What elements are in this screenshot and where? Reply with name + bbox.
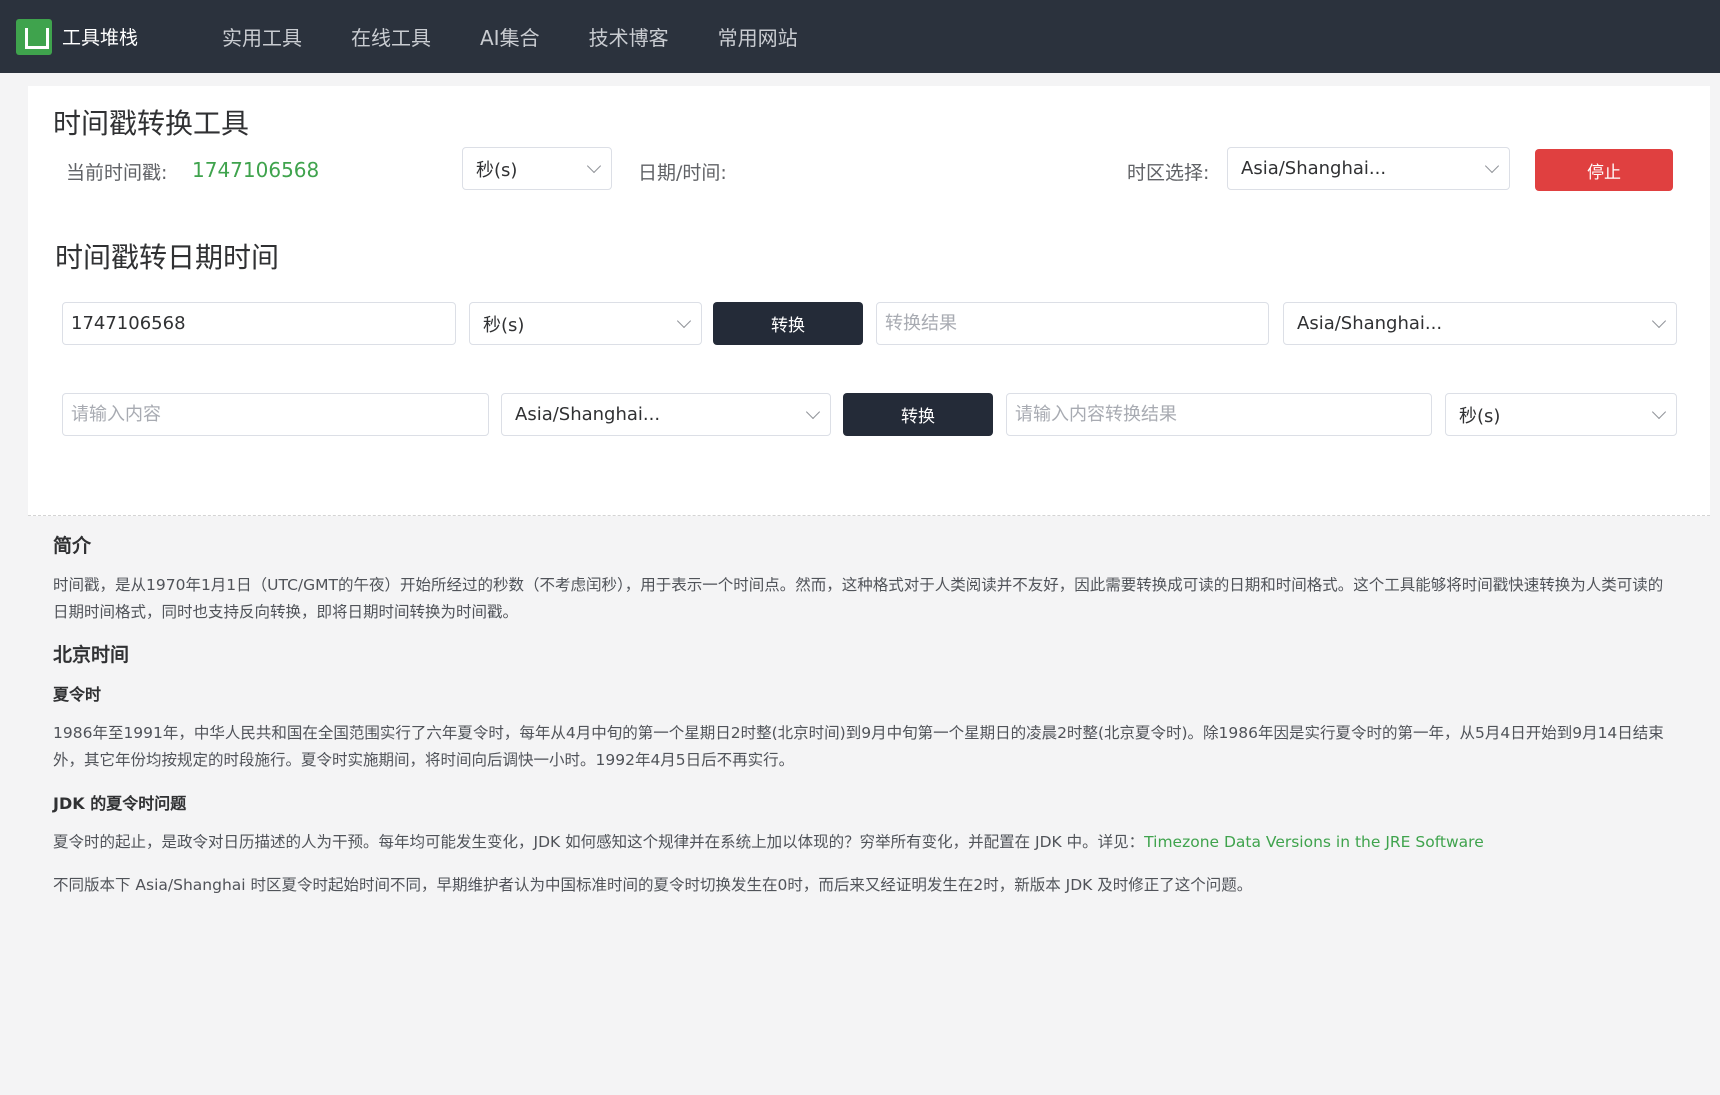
chevron-down-icon (1651, 404, 1667, 420)
nav-item-ai-collection[interactable]: AI集合 (480, 22, 540, 51)
page-title: 时间戳转换工具 (53, 107, 250, 140)
logo-icon[interactable] (16, 18, 52, 55)
row2-unit-select[interactable]: 秒(s) (1445, 393, 1677, 436)
row2-convert-button[interactable]: 转换 (843, 393, 993, 436)
dst-text: 1986年至1991年，中华人民共和国在全国范围实行了六年夏令时，每年从4月中旬… (53, 724, 1664, 769)
current-timezone-select[interactable]: Asia/Shanghai... (1227, 147, 1510, 190)
row2-timezone-select[interactable]: Asia/Shanghai... (501, 393, 831, 436)
nav-item-tech-blog[interactable]: 技术博客 (589, 22, 669, 51)
datetime-label: 日期/时间: (638, 162, 727, 184)
current-timestamp-value: 1747106568 (192, 158, 320, 182)
jdk-dst-paragraph: 夏令时的起止，是政令对日历描述的人为干预。每年均可能发生变化，JDK 如何感知这… (53, 829, 1678, 856)
jdk-dst-text: 夏令时的起止，是政令对日历描述的人为干预。每年均可能发生变化，JDK 如何感知这… (53, 833, 1145, 851)
chevron-down-icon (1484, 158, 1500, 174)
nav-item-common-sites[interactable]: 常用网站 (718, 22, 798, 51)
section-title-ts-to-date: 时间戳转日期时间 (55, 241, 280, 274)
intro-text: 时间戳，是从1970年1月1日（UTC/GMT的午夜）开始所经过的秒数（不考虑闰… (53, 576, 1664, 621)
beijing-time-heading: 北京时间 (53, 644, 130, 666)
intro-heading: 简介 (53, 535, 92, 557)
jdk-dst-text-2: 不同版本下 Asia/Shanghai 时区夏令时起始时间不同，早期维护者认为中… (53, 876, 1253, 894)
nav-item-online-tools[interactable]: 在线工具 (351, 22, 431, 51)
row1-timezone-select[interactable]: Asia/Shanghai... (1283, 302, 1677, 345)
chevron-down-icon (676, 313, 692, 329)
tool-card: 时间戳转换工具 当前时间戳: 1747106568 秒(s) 日期/时间: 时区… (28, 86, 1710, 516)
brand-name[interactable]: 工具堆栈 (62, 23, 212, 50)
chevron-down-icon (586, 158, 602, 174)
timestamp-input[interactable] (62, 302, 456, 345)
row1-convert-button[interactable]: 转换 (713, 302, 863, 345)
chevron-down-icon (1651, 313, 1667, 329)
jdk-dst-heading: JDK 的夏令时问题 (53, 794, 187, 813)
nav-item-practical-tools[interactable]: 实用工具 (222, 22, 302, 51)
top-navbar: 工具堆栈 实用工具 在线工具 AI集合 技术博客 常用网站 (0, 0, 1720, 73)
timezone-data-link[interactable]: Timezone Data Versions in the JRE Softwa… (1144, 833, 1484, 851)
row1-result-field[interactable] (876, 302, 1269, 345)
current-timestamp-label: 当前时间戳: (66, 162, 168, 184)
row2-result-field[interactable] (1006, 393, 1432, 436)
main-nav: 实用工具 在线工具 AI集合 技术博客 常用网站 (222, 22, 847, 51)
row1-unit-select[interactable]: 秒(s) (469, 302, 702, 345)
timezone-label: 时区选择: (1127, 162, 1210, 184)
dst-heading: 夏令时 (53, 685, 102, 704)
stop-button[interactable]: 停止 (1535, 149, 1673, 191)
datetime-input[interactable] (62, 393, 489, 436)
current-unit-select[interactable]: 秒(s) (462, 147, 612, 190)
chevron-down-icon (805, 404, 821, 420)
article-content: 简介 时间戳，是从1970年1月1日（UTC/GMT的午夜）开始所经过的秒数（不… (53, 533, 1678, 915)
